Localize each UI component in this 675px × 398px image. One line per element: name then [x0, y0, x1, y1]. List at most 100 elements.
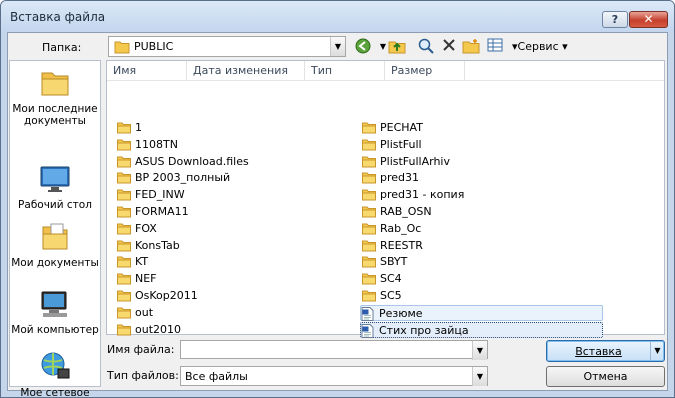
file-name: out [135, 305, 154, 319]
places-bar: Мои последние документы Рабочий стол Мои… [9, 60, 101, 397]
window-title: Вставка файла [10, 10, 106, 24]
file-name: RAB_OSN [380, 205, 432, 218]
folder-combo[interactable]: PUBLIC ▼ [108, 36, 346, 57]
file-name: PECHAT [380, 121, 423, 134]
folder-item[interactable]: KonsTab [117, 238, 267, 254]
folder-item[interactable]: PlistFull [362, 137, 542, 153]
file-name: NEF [135, 272, 157, 286]
views-icon[interactable] [486, 38, 504, 56]
file-name: Стих про зайца [379, 323, 469, 337]
file-name: OsKop2011 [135, 289, 198, 302]
chevron-down-icon[interactable]: ▼ [330, 37, 345, 56]
place-recent[interactable]: Мои последние документы [10, 67, 100, 127]
filetype-label: Тип файлов: [107, 369, 179, 382]
folder-item[interactable]: OsKop2011 [117, 288, 267, 304]
chevron-down-icon[interactable]: ▼ [472, 341, 487, 360]
folder-item[interactable]: 1108TN [117, 137, 267, 153]
file-name: pred31 - копия [380, 188, 465, 202]
folder-item[interactable]: out2010 [117, 322, 267, 338]
folder-item[interactable]: SBYT [362, 254, 542, 270]
help-button[interactable]: ? [602, 11, 628, 28]
place-label: Мой компьютер [11, 324, 99, 336]
folder-icon [117, 323, 131, 341]
insert-button[interactable]: Вставка ▼ [546, 340, 665, 362]
file-name: SC5 [380, 289, 402, 302]
filename-label: Имя файла: [107, 343, 175, 356]
place-network[interactable]: Мое сетевое окружение [10, 351, 100, 398]
file-name: FED_INW [135, 188, 185, 202]
file-name: REESTR [380, 238, 423, 252]
file-name: ASUS Download.files [135, 154, 249, 168]
file-name: BP 2003_полный [135, 171, 231, 185]
tools-menu[interactable]: ▾Сервис ▾ [512, 40, 568, 53]
folder-item[interactable]: PlistFullArhiv [362, 154, 542, 170]
insert-file-dialog: Вставка файла ? ✕ Папка: PUBLIC ▼ ▼ ▾Сер… [0, 0, 675, 398]
folder-item[interactable]: pred31 [362, 170, 542, 186]
file-name: SC4 [380, 272, 402, 286]
current-folder: PUBLIC [134, 40, 174, 53]
document-item[interactable]: Стих про зайца [360, 321, 603, 338]
computer-icon [10, 290, 100, 321]
file-name: FORMA11 [135, 205, 189, 218]
folder-item[interactable]: FOX [117, 221, 267, 237]
folder-icon [114, 40, 130, 57]
place-label: Мои последние документы [12, 103, 98, 127]
folder-item[interactable]: 1 [117, 120, 267, 136]
insert-dropdown-icon[interactable]: ▼ [650, 342, 664, 360]
place-label: Рабочий стол [18, 199, 92, 211]
dialog-body: Папка: PUBLIC ▼ ▼ ▾Сервис ▾ Мои последни… [7, 32, 668, 397]
file-name: Rab_Oc [380, 221, 422, 235]
network-icon [10, 351, 100, 384]
new-folder-icon[interactable] [462, 38, 480, 56]
folder-item[interactable]: FED_INW [117, 187, 267, 203]
filetype-combo[interactable]: Все файлы ▼ [180, 366, 488, 386]
folder-label: Папка: [42, 41, 82, 54]
file-name: FOX [135, 221, 157, 235]
column-header-date[interactable]: Дата изменения [187, 61, 305, 81]
column-header-type[interactable]: Тип [305, 61, 385, 81]
folder-item[interactable]: RAB_OSN [362, 204, 542, 220]
file-name: PlistFull [380, 137, 422, 151]
folder-item[interactable]: PECHAT [362, 120, 542, 136]
folder-item[interactable]: Rab_Oc [362, 221, 542, 237]
delete-icon[interactable] [440, 38, 458, 56]
file-name: 1108TN [135, 137, 178, 151]
place-my-documents[interactable]: Мои документы [10, 221, 100, 269]
folder-item[interactable]: REESTR [362, 238, 542, 254]
file-name: pred31 [380, 171, 420, 185]
folder-item[interactable]: BP 2003_полный [117, 170, 267, 186]
folder-item[interactable]: SC5 [362, 288, 542, 304]
up-folder-icon[interactable] [388, 38, 406, 56]
file-name: Резюме [379, 306, 423, 320]
place-label: Мои документы [11, 257, 99, 269]
file-list: Имя Дата изменения Тип Размер 1 1108TN ASU… [106, 60, 665, 338]
place-my-computer[interactable]: Мой компьютер [10, 290, 100, 336]
search-web-icon[interactable] [417, 38, 435, 56]
file-name: 1 [135, 121, 142, 134]
desktop-icon [10, 165, 100, 196]
file-name: KonsTab [135, 238, 180, 252]
place-desktop[interactable]: Рабочий стол [10, 165, 100, 211]
folder-item[interactable]: NEF [117, 271, 267, 287]
my-docs-icon [10, 221, 100, 254]
document-item[interactable]: Резюме [360, 304, 603, 321]
folder-item[interactable]: FORMA11 [117, 204, 267, 220]
folder-item[interactable]: ASUS Download.files [117, 154, 267, 170]
chevron-down-icon[interactable]: ▼ [472, 367, 487, 386]
place-label: Мое сетевое окружение [20, 387, 90, 398]
file-name: PlistFullArhiv [380, 154, 450, 168]
column-headers: Имя Дата изменения Тип Размер [107, 61, 664, 81]
title-bar: Вставка файла ? ✕ [1, 1, 674, 32]
cancel-button[interactable]: Отмена [546, 366, 665, 387]
insert-button-label: Вставка [575, 345, 622, 358]
column-header-name[interactable]: Имя [107, 61, 187, 81]
folder-item[interactable]: SC4 [362, 271, 542, 287]
back-icon[interactable] [354, 38, 372, 56]
file-name: KT [135, 255, 149, 269]
filename-input[interactable]: ▼ [180, 340, 488, 360]
close-button[interactable]: ✕ [629, 11, 668, 28]
folder-item[interactable]: pred31 - копия [362, 187, 542, 203]
folder-item[interactable]: KT [117, 254, 267, 270]
folder-item[interactable]: out [117, 305, 267, 321]
column-header-size[interactable]: Размер [385, 61, 465, 81]
